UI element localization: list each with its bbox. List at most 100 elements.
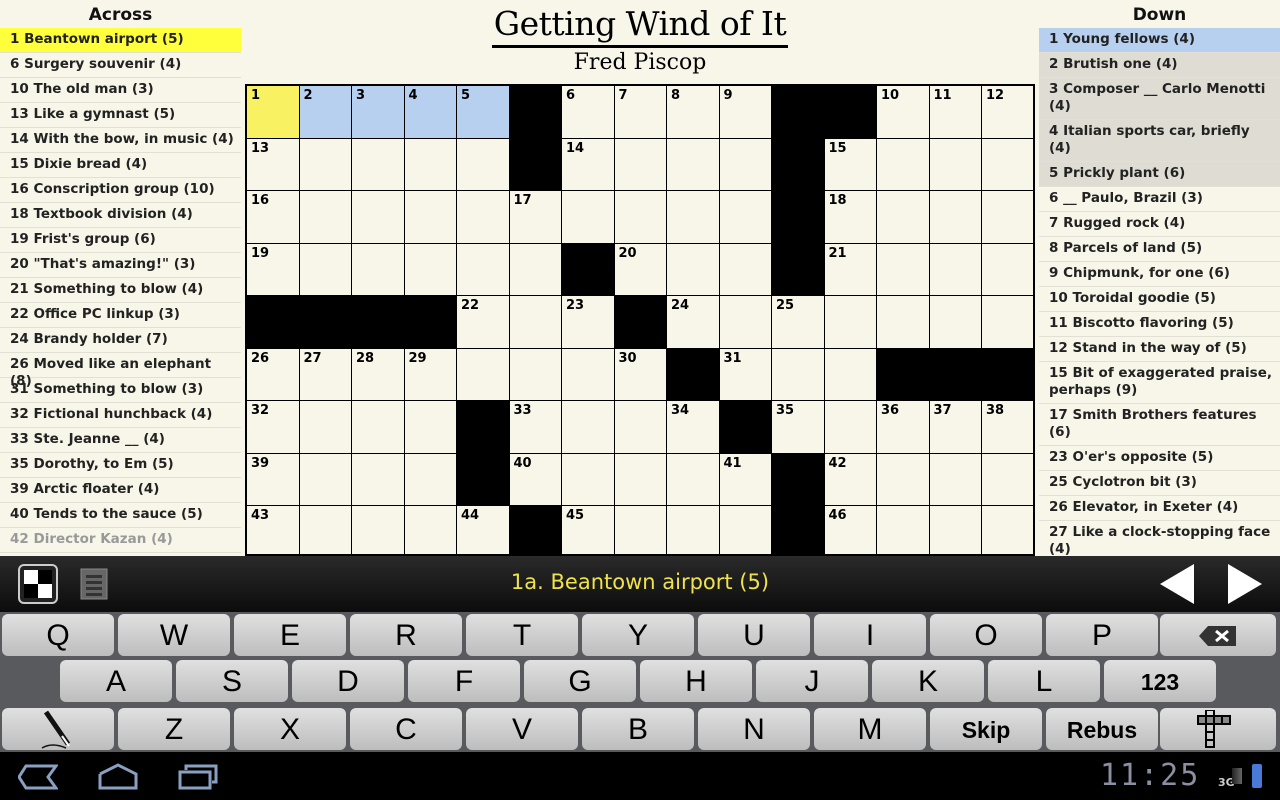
grid-cell[interactable] [877, 243, 929, 295]
clue-item[interactable]: 20 "That's amazing!" (3) [0, 253, 241, 278]
previous-clue-button[interactable] [1160, 564, 1194, 604]
clue-item[interactable]: 15 Bit of exaggerated praise, perhaps (9… [1039, 362, 1280, 404]
grid-cell[interactable] [614, 506, 666, 554]
grid-cell[interactable] [352, 243, 404, 295]
grid-cell[interactable]: 27 [299, 348, 351, 400]
grid-cell[interactable] [982, 506, 1033, 554]
key-z[interactable]: Z [118, 708, 230, 750]
grid-cell[interactable] [877, 506, 929, 554]
clue-item[interactable]: 31 Something to blow (3) [0, 378, 241, 403]
grid-cell[interactable] [457, 191, 509, 243]
clue-item[interactable]: 16 Conscription group (10) [0, 178, 241, 203]
key-c[interactable]: C [350, 708, 462, 750]
key-n[interactable]: N [698, 708, 810, 750]
grid-cell[interactable] [614, 138, 666, 190]
grid-cell[interactable]: 20 [614, 243, 666, 295]
key-a[interactable]: A [60, 660, 172, 702]
grid-cell[interactable]: 5 [457, 86, 509, 138]
clue-item[interactable]: 25 Cyclotron bit (3) [1039, 471, 1280, 496]
grid-cell[interactable]: 19 [247, 243, 299, 295]
grid-cell[interactable] [352, 191, 404, 243]
grid-cell[interactable] [404, 138, 456, 190]
grid-cell[interactable] [352, 453, 404, 505]
grid-cell[interactable] [667, 453, 719, 505]
clue-item[interactable]: 42 Director Kazan (4) [0, 528, 241, 553]
grid-cell[interactable] [824, 401, 876, 453]
grid-cell[interactable] [877, 453, 929, 505]
crossword-grid[interactable]: 1 2 3 4 5 6 7 8 9 10 11 12 13 14 15 16 17 18 19 20 21 22 23 24 2… [245, 84, 1035, 556]
grid-cell[interactable] [562, 348, 614, 400]
grid-cell[interactable] [404, 401, 456, 453]
key-skip[interactable]: Skip [930, 708, 1042, 750]
grid-cell[interactable] [719, 506, 771, 554]
grid-cell[interactable] [719, 296, 771, 348]
grid-cell[interactable]: 16 [247, 191, 299, 243]
grid-cell[interactable]: 12 [982, 86, 1033, 138]
clue-item[interactable]: 39 Arctic floater (4) [0, 478, 241, 503]
grid-cell[interactable]: 44 [457, 506, 509, 554]
key-p[interactable]: P [1046, 614, 1158, 656]
backspace-key[interactable] [1160, 614, 1276, 656]
grid-cell[interactable] [982, 138, 1033, 190]
grid-cell[interactable]: 29 [404, 348, 456, 400]
grid-cell[interactable]: 15 [824, 138, 876, 190]
grid-cell[interactable]: 28 [352, 348, 404, 400]
clue-item[interactable]: 22 Office PC linkup (3) [0, 303, 241, 328]
crossword-direction-key[interactable] [1160, 708, 1276, 750]
key-r[interactable]: R [350, 614, 462, 656]
key-u[interactable]: U [698, 614, 810, 656]
key-v[interactable]: V [466, 708, 578, 750]
clue-item[interactable]: 2 Brutish one (4) [1039, 53, 1280, 78]
grid-cell[interactable] [719, 138, 771, 190]
clue-item[interactable]: 15 Dixie bread (4) [0, 153, 241, 178]
grid-cell[interactable] [614, 453, 666, 505]
key-q[interactable]: Q [2, 614, 114, 656]
grid-cell[interactable]: 6 [562, 86, 614, 138]
grid-cell[interactable] [667, 243, 719, 295]
grid-cell[interactable]: 34 [667, 401, 719, 453]
key-d[interactable]: D [292, 660, 404, 702]
grid-cell[interactable]: 25 [772, 296, 824, 348]
grid-cell[interactable]: 31 [719, 348, 771, 400]
handwriting-key[interactable] [2, 708, 114, 750]
key-g[interactable]: G [524, 660, 636, 702]
key-w[interactable]: W [118, 614, 230, 656]
grid-cell[interactable] [562, 453, 614, 505]
grid-cell[interactable] [614, 401, 666, 453]
clue-item[interactable]: 6 Surgery souvenir (4) [0, 53, 241, 78]
grid-cell[interactable]: 9 [719, 86, 771, 138]
key-l[interactable]: L [988, 660, 1100, 702]
grid-cell[interactable] [404, 243, 456, 295]
clue-item[interactable]: 13 Like a gymnast (5) [0, 103, 241, 128]
grid-cell[interactable]: 8 [667, 86, 719, 138]
grid-cell[interactable]: 30 [614, 348, 666, 400]
grid-cell[interactable] [877, 191, 929, 243]
grid-cell[interactable] [929, 191, 981, 243]
grid-cell[interactable] [352, 506, 404, 554]
grid-cell[interactable] [404, 191, 456, 243]
clue-item[interactable]: 26 Moved like an elephant (8) [0, 353, 241, 389]
grid-cell[interactable]: 46 [824, 506, 876, 554]
grid-cell[interactable] [667, 191, 719, 243]
grid-cell[interactable] [982, 191, 1033, 243]
grid-cell[interactable] [982, 243, 1033, 295]
back-icon[interactable] [18, 764, 58, 790]
grid-cell[interactable] [824, 296, 876, 348]
clue-item[interactable]: 3 Composer __ Carlo Menotti (4) [1039, 78, 1280, 120]
next-clue-button[interactable] [1228, 564, 1262, 604]
key-e[interactable]: E [234, 614, 346, 656]
grid-cell[interactable]: 38 [982, 401, 1033, 453]
key-j[interactable]: J [756, 660, 868, 702]
clue-item[interactable]: 27 Like a clock-stopping face (4) [1039, 521, 1280, 556]
grid-cell[interactable]: 35 [772, 401, 824, 453]
grid-cell[interactable]: 4 [404, 86, 456, 138]
clue-item[interactable]: 4 Italian sports car, briefly (4) [1039, 120, 1280, 162]
grid-cell[interactable] [614, 191, 666, 243]
grid-cell[interactable] [509, 296, 561, 348]
grid-cell[interactable]: 32 [247, 401, 299, 453]
grid-cell[interactable] [509, 243, 561, 295]
grid-cell[interactable] [404, 506, 456, 554]
grid-cell[interactable] [457, 243, 509, 295]
grid-cell[interactable]: 11 [929, 86, 981, 138]
clue-item[interactable]: 14 With the bow, in music (4) [0, 128, 241, 153]
